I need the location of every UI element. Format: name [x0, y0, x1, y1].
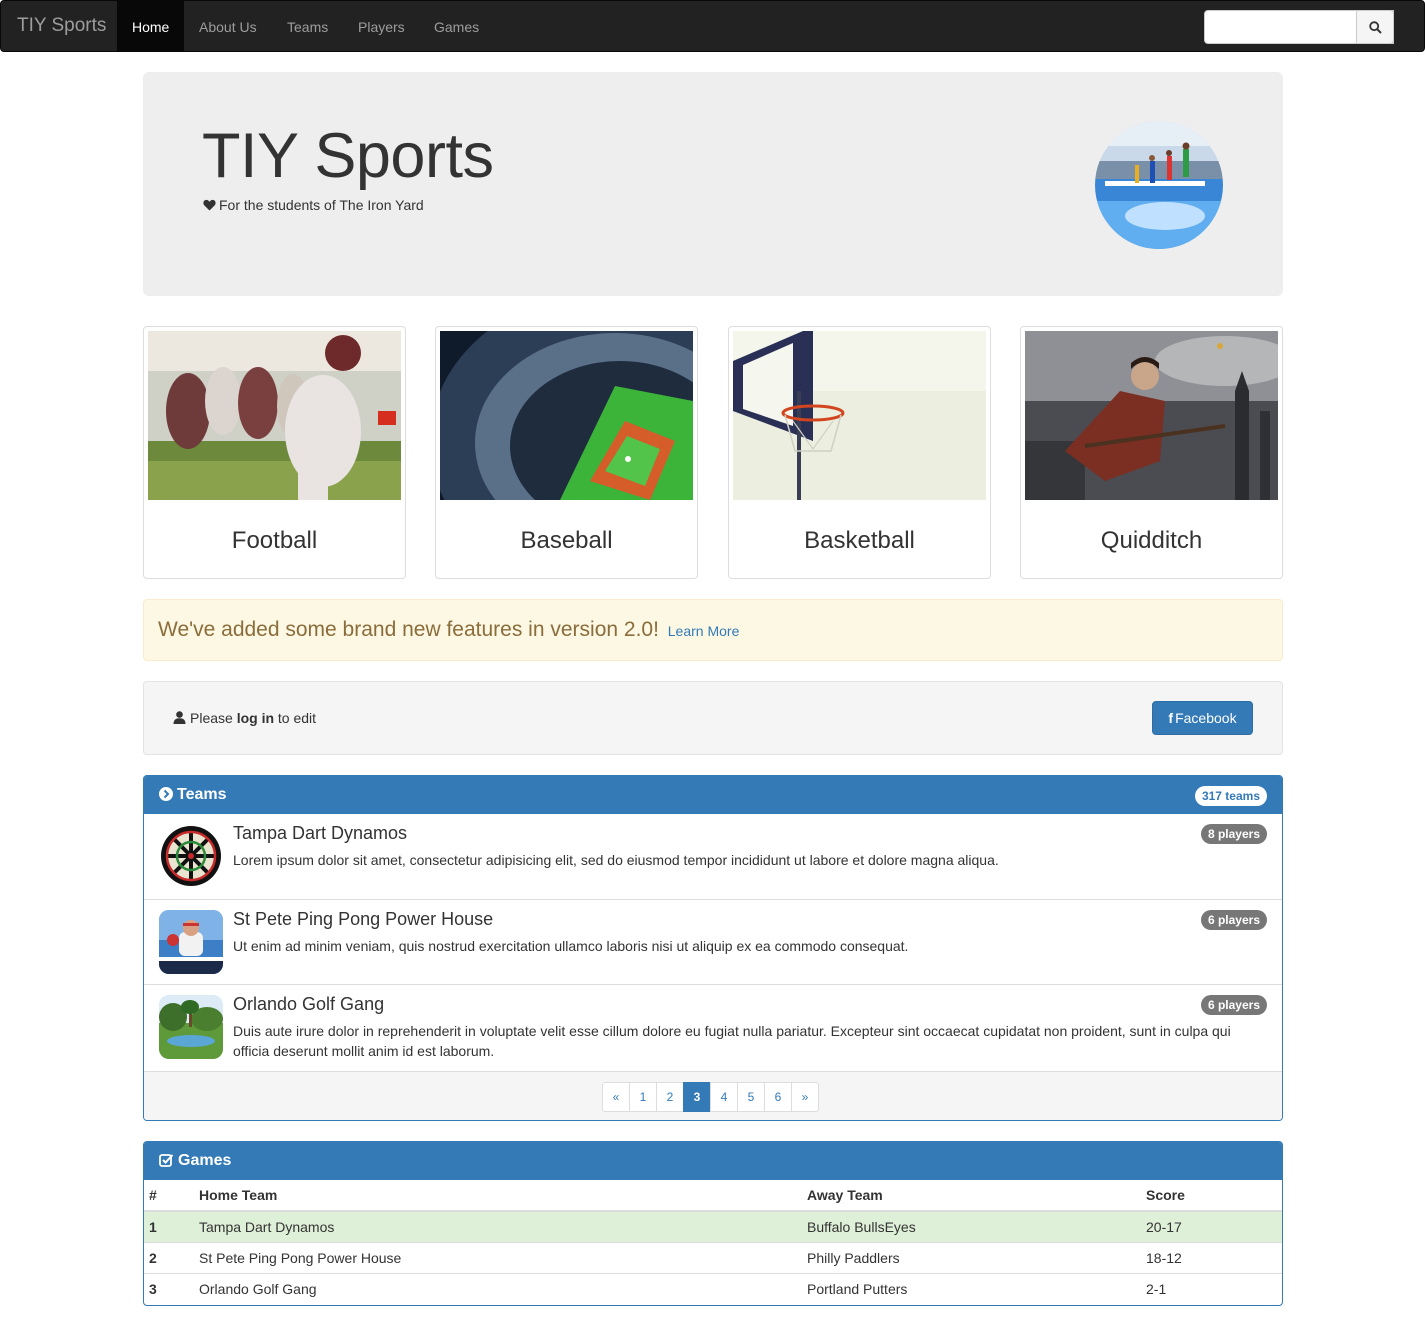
- teams-panel-heading: Teams 317 teams: [144, 776, 1282, 814]
- sport-label-basketball: Basketball: [804, 527, 915, 554]
- games-panel-title: Games: [159, 1152, 231, 1170]
- check-square-icon: [159, 1154, 174, 1167]
- away-team: Buffalo BullsEyes: [802, 1210, 1141, 1242]
- football-image: [148, 331, 401, 500]
- team-list-item[interactable]: Orlando Golf Gang Duis aute irure dolor …: [144, 984, 1282, 1069]
- games-title-text: Games: [178, 1152, 232, 1169]
- table-row[interactable]: 3 Orlando Golf Gang Portland Putters 2-1: [144, 1272, 1282, 1304]
- nav-item-teams[interactable]: Teams: [272, 1, 343, 51]
- sport-label-baseball: Baseball: [520, 527, 613, 554]
- facebook-label: Facebook: [1175, 710, 1237, 726]
- nav-item-players[interactable]: Players: [343, 1, 420, 51]
- score: 18-12: [1141, 1241, 1282, 1273]
- team-avatar-dartboard: [159, 824, 223, 888]
- home-team: St Pete Ping Pong Power House: [194, 1241, 802, 1273]
- navbar-brand[interactable]: TIY Sports: [17, 15, 106, 37]
- sport-card-baseball[interactable]: Baseball: [435, 326, 698, 579]
- pagination: « 1 2 3 4 5 6 »: [602, 1082, 819, 1112]
- pagination-prev[interactable]: «: [602, 1082, 630, 1112]
- sport-label-quidditch: Quidditch: [1100, 527, 1203, 554]
- players-badge: 6 players: [1200, 995, 1267, 1015]
- alert-text: We've added some brand new features in v…: [158, 618, 659, 641]
- pagination-page-6[interactable]: 6: [764, 1082, 792, 1112]
- team-name: Orlando Golf Gang: [233, 994, 385, 1014]
- home-team: Orlando Golf Gang: [194, 1272, 802, 1304]
- sport-card-quidditch[interactable]: Quidditch: [1020, 326, 1283, 579]
- search-icon: [1369, 21, 1382, 34]
- teams-panel: Teams 317 teams Tampa Dart Dynamos Lorem…: [143, 775, 1283, 1121]
- chevron-circle-right-icon: [159, 787, 173, 801]
- login-well: Please log in to edit f Facebook: [143, 681, 1283, 755]
- sport-card-football[interactable]: Football: [143, 326, 406, 579]
- nav-item-home[interactable]: Home: [117, 1, 184, 51]
- team-list-item[interactable]: St Pete Ping Pong Power House Ut enim ad…: [144, 899, 1282, 984]
- login-prompt: Please log in to edit: [173, 710, 316, 726]
- games-panel: Games # Home Team Away Team Score 1 Tamp…: [143, 1141, 1283, 1306]
- sport-label-football: Football: [231, 527, 318, 554]
- nav-item-about-us[interactable]: About Us: [184, 1, 272, 51]
- column-header-number: #: [144, 1180, 194, 1212]
- feature-alert: We've added some brand new features in v…: [143, 599, 1283, 661]
- team-description: Lorem ipsum dolor sit amet, consectetur …: [233, 852, 999, 868]
- column-header-away-team: Away Team: [802, 1180, 1141, 1212]
- navbar: TIY Sports Home About Us Teams Players G…: [0, 0, 1425, 52]
- games-table: # Home Team Away Team Score 1 Tampa Dart…: [144, 1180, 1282, 1304]
- team-avatar-ping-pong: [159, 910, 223, 974]
- column-header-score: Score: [1141, 1180, 1282, 1212]
- pagination-page-1[interactable]: 1: [629, 1082, 657, 1112]
- teams-title-text: Teams: [177, 786, 227, 803]
- games-table-header: # Home Team Away Team Score: [144, 1180, 1282, 1212]
- search-button[interactable]: [1356, 10, 1394, 44]
- facebook-login-button[interactable]: f Facebook: [1152, 701, 1253, 735]
- login-prefix: Please: [190, 710, 233, 726]
- basketball-image: [733, 331, 986, 500]
- pagination-page-2[interactable]: 2: [656, 1082, 684, 1112]
- sport-card-basketball[interactable]: Basketball: [728, 326, 991, 579]
- hero-steeplechase-image: [1095, 121, 1223, 249]
- baseball-image: [440, 331, 693, 500]
- pagination-page-5[interactable]: 5: [737, 1082, 765, 1112]
- team-description: Duis aute irure dolor in reprehenderit i…: [233, 1023, 1231, 1059]
- alert-message: We've added some brand new features in v…: [158, 618, 739, 642]
- team-description: Ut enim ad minim veniam, quis nostrud ex…: [233, 938, 909, 954]
- teams-count-badge: 317 teams: [1194, 786, 1267, 806]
- team-list-item[interactable]: Tampa Dart Dynamos Lorem ipsum dolor sit…: [144, 814, 1282, 899]
- facebook-icon: f: [1168, 710, 1174, 726]
- score: 20-17: [1141, 1210, 1282, 1242]
- jumbotron-subtitle-text: For the students of The Iron Yard: [219, 197, 424, 213]
- column-header-home-team: Home Team: [194, 1180, 802, 1212]
- teams-panel-title: Teams: [159, 786, 227, 804]
- players-badge: 6 players: [1200, 910, 1267, 930]
- pagination-page-4[interactable]: 4: [710, 1082, 738, 1112]
- players-badge: 8 players: [1200, 824, 1267, 844]
- heart-icon: [203, 199, 216, 211]
- table-row[interactable]: 1 Tampa Dart Dynamos Buffalo BullsEyes 2…: [144, 1210, 1282, 1242]
- page-title: TIY Sports: [202, 121, 494, 191]
- nav-item-games[interactable]: Games: [419, 1, 494, 51]
- jumbotron: TIY Sports For the students of The Iron …: [143, 72, 1283, 296]
- team-name: St Pete Ping Pong Power House: [233, 909, 494, 929]
- game-number: 3: [144, 1272, 194, 1304]
- score: 2-1: [1141, 1272, 1282, 1304]
- learn-more-link[interactable]: Learn More: [668, 623, 740, 639]
- game-number: 2: [144, 1241, 194, 1273]
- quidditch-image: [1025, 331, 1278, 500]
- home-team: Tampa Dart Dynamos: [194, 1210, 802, 1242]
- login-suffix: to edit: [277, 710, 317, 726]
- jumbotron-subtitle: For the students of The Iron Yard: [203, 197, 424, 213]
- teams-panel-footer: « 1 2 3 4 5 6 »: [144, 1071, 1282, 1120]
- game-number: 1: [144, 1210, 194, 1242]
- login-link[interactable]: log in: [237, 710, 274, 726]
- team-avatar-golf: [159, 995, 223, 1059]
- user-icon: [173, 711, 186, 724]
- pagination-page-3[interactable]: 3: [683, 1082, 711, 1112]
- games-panel-heading: Games: [144, 1142, 1282, 1180]
- team-name: Tampa Dart Dynamos: [233, 823, 408, 843]
- table-row[interactable]: 2 St Pete Ping Pong Power House Philly P…: [144, 1241, 1282, 1273]
- pagination-next[interactable]: »: [791, 1082, 819, 1112]
- away-team: Philly Paddlers: [802, 1241, 1141, 1273]
- away-team: Portland Putters: [802, 1272, 1141, 1304]
